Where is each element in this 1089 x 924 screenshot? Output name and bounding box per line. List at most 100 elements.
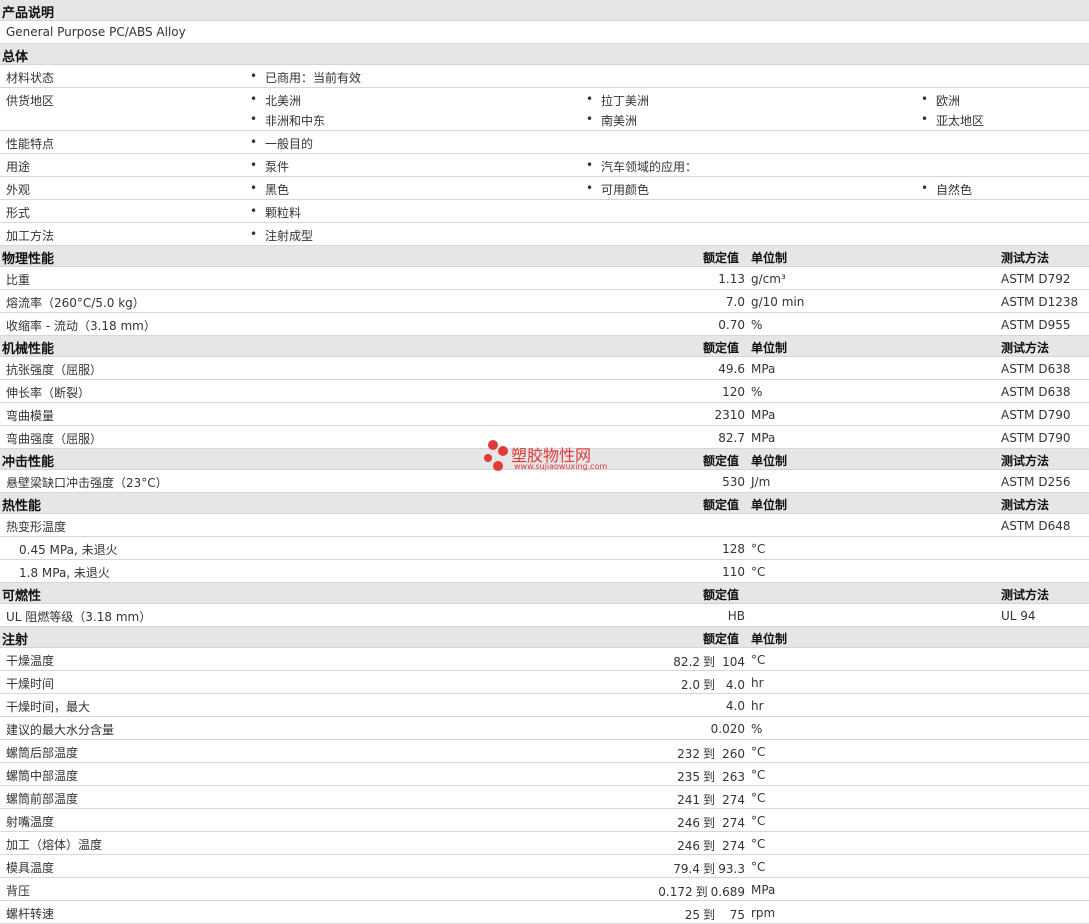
- injection-row: 螺筒后部温度 232 到 260 °C: [0, 740, 1089, 763]
- header-unit: 单位制: [751, 454, 788, 468]
- watermark-dots-icon: [484, 440, 508, 471]
- injection-value: 4.0: [718, 699, 745, 713]
- header-unit: 单位制: [751, 251, 788, 265]
- injection-unit: °C: [751, 653, 766, 667]
- section-title: 产品说明: [2, 6, 55, 21]
- header-nominal: 额定值: [703, 632, 740, 646]
- injection-label: 干燥时间，最大: [6, 700, 91, 714]
- injection-value: 2.0 到 4.0: [681, 676, 745, 693]
- range-max: 274: [722, 793, 745, 807]
- product-description-row: General Purpose PC/ABS Alloy: [0, 21, 1089, 44]
- property-value: 82.7: [718, 431, 745, 445]
- header-test: 测试方法: [1001, 454, 1050, 468]
- range-max: 4.0: [725, 699, 745, 713]
- property-value: 2310: [714, 408, 745, 422]
- bullet-item: 注射成型: [250, 227, 313, 244]
- injection-value: 79.4 到 93.3: [673, 860, 745, 877]
- injection-value: 82.2 到 104: [673, 653, 745, 670]
- row-label: 材料状态: [6, 71, 55, 85]
- bullet-item: 黑色: [250, 181, 289, 198]
- row-label: 性能特点: [6, 137, 55, 151]
- header-nominal: 额定值: [703, 588, 740, 602]
- injection-unit: °C: [751, 814, 766, 828]
- section-header-physical: 物理性能 额定值 单位制 测试方法: [0, 246, 1089, 267]
- range-min: 246: [677, 839, 700, 853]
- property-test-method: ASTM D792: [1001, 272, 1071, 286]
- injection-value: 0.172 到 0.689: [658, 883, 745, 900]
- bullet-item: 泵件: [250, 158, 289, 175]
- property-value: 530: [722, 475, 745, 489]
- property-label: 熔流率（260°C/5.0 kg）: [6, 296, 145, 310]
- injection-row: 加工（熔体）温度 246 到 274 °C: [0, 832, 1089, 855]
- section-header-general: 总体: [0, 44, 1089, 65]
- injection-row: 螺筒中部温度 235 到 263 °C: [0, 763, 1089, 786]
- injection-value: 241 到 274: [677, 791, 745, 808]
- bullet-item: 自然色: [921, 181, 972, 198]
- injection-row: 射嘴温度 246 到 274 °C: [0, 809, 1089, 832]
- range-min: 82.2: [673, 655, 700, 669]
- property-value: 7.0: [725, 295, 745, 309]
- range-max: 93.3: [718, 862, 745, 876]
- bullet-item: 非洲和中东: [250, 112, 325, 129]
- property-label: 1.8 MPa, 未退火: [19, 566, 110, 580]
- injection-label: 加工（熔体）温度: [6, 838, 103, 852]
- property-value: 0.70: [718, 318, 745, 332]
- range-min: 232: [677, 747, 700, 761]
- injection-unit: hr: [751, 676, 764, 690]
- range-min: 241: [677, 793, 700, 807]
- property-row: 抗张强度（屈服） 49.6 MPa ASTM D638: [0, 357, 1089, 380]
- range-max: 104: [722, 655, 745, 669]
- range-min: 2.0: [680, 678, 700, 692]
- property-test-method: ASTM D256: [1001, 475, 1071, 489]
- bullet-item: 北美洲: [250, 92, 301, 109]
- header-unit: 单位制: [751, 498, 788, 512]
- section-title: 热性能: [2, 499, 42, 514]
- range-min: 79.4: [673, 862, 700, 876]
- injection-unit: °C: [751, 768, 766, 782]
- section-header-thermal: 热性能 额定值 单位制 测试方法: [0, 493, 1089, 514]
- property-row: 0.45 MPa, 未退火 128 °C: [0, 537, 1089, 560]
- header-test: 测试方法: [1001, 341, 1050, 355]
- injection-row: 干燥时间 2.0 到 4.0 hr: [0, 671, 1089, 694]
- property-row: 1.8 MPa, 未退火 110 °C: [0, 560, 1089, 583]
- range-to: 到: [695, 885, 708, 899]
- range-to: 到: [702, 747, 715, 761]
- bullet-item: 颗粒料: [250, 204, 301, 221]
- section-header-flammability: 可燃性 额定值 测试方法: [0, 583, 1089, 604]
- range-max: 260: [722, 747, 745, 761]
- watermark-url: www.sujiaowuxing.com: [514, 462, 608, 471]
- product-description: General Purpose PC/ABS Alloy: [6, 25, 186, 39]
- general-row: 外观 黑色 可用颜色 自然色: [0, 177, 1089, 200]
- general-row: 性能特点 一般目的: [0, 131, 1089, 154]
- general-row: 供货地区 北美洲 拉丁美洲 欧洲 非洲和中东 南美洲 亚太地区: [0, 88, 1089, 131]
- injection-label: 建议的最大水分含量: [6, 723, 115, 737]
- property-label: 收缩率 - 流动（3.18 mm）: [6, 319, 156, 333]
- header-unit: 单位制: [751, 632, 788, 646]
- section-title: 物理性能: [2, 252, 55, 267]
- range-to: 到: [702, 655, 715, 669]
- bullet-item: 亚太地区: [921, 112, 984, 129]
- injection-label: 螺筒前部温度: [6, 792, 79, 806]
- row-label: 加工方法: [6, 229, 55, 243]
- general-row: 用途 泵件 汽车领域的应用：: [0, 154, 1089, 177]
- property-test-method: ASTM D638: [1001, 385, 1071, 399]
- header-nominal: 额定值: [703, 498, 740, 512]
- range-min: 235: [677, 770, 700, 784]
- property-unit: g/cm³: [751, 272, 786, 286]
- section-title: 机械性能: [2, 342, 55, 357]
- header-nominal: 额定值: [703, 341, 740, 355]
- section-title: 总体: [2, 50, 29, 65]
- property-label: 悬壁梁缺口冲击强度（23°C）: [6, 476, 168, 490]
- header-test: 测试方法: [1001, 588, 1050, 602]
- property-label: 抗张强度（屈服）: [6, 363, 103, 377]
- injection-unit: %: [751, 722, 763, 736]
- injection-label: 螺杆转速: [6, 907, 55, 921]
- property-test-method: ASTM D790: [1001, 408, 1071, 422]
- injection-row: 螺杆转速 25 到 75 rpm: [0, 901, 1089, 924]
- injection-row: 螺筒前部温度 241 到 274 °C: [0, 786, 1089, 809]
- property-value: 49.6: [718, 362, 745, 376]
- row-label: 供货地区: [6, 94, 55, 108]
- range-max: 4.0: [725, 678, 745, 692]
- property-unit: °C: [751, 542, 766, 556]
- property-row: 熔流率（260°C/5.0 kg） 7.0 g/10 min ASTM D123…: [0, 290, 1089, 313]
